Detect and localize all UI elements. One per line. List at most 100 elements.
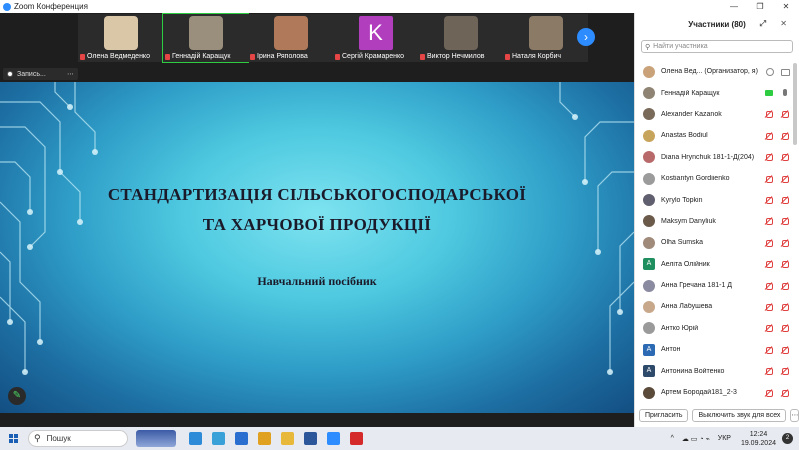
participant-status (765, 196, 789, 205)
mic-off-icon[interactable] (765, 346, 773, 354)
video-thumbnail[interactable]: Олена Ведмеденко (78, 14, 163, 62)
video-thumbnail[interactable]: Наталя Корбич (503, 14, 588, 62)
acrobat-app-icon[interactable] (350, 432, 363, 445)
cam-off-icon[interactable] (781, 110, 789, 119)
zoom-app-icon[interactable] (327, 432, 340, 445)
chrome-app-icon[interactable] (258, 432, 271, 445)
participant-row[interactable]: Diana Hrynchuk 181-1-Д(204) (635, 147, 793, 168)
participant-name: Olha Sumska (661, 239, 704, 247)
recording-more-icon[interactable]: ⋯ (67, 70, 74, 78)
invite-button[interactable]: Пригласить (639, 408, 689, 422)
participant-list-scrollbar[interactable] (793, 63, 797, 145)
cam-off-icon[interactable] (781, 239, 789, 247)
participant-row[interactable]: Артем Бородай181_2-3 (635, 382, 793, 403)
mic-off-icon[interactable] (765, 175, 773, 183)
mic-off-icon[interactable] (765, 132, 773, 140)
avatar-initial: K (358, 16, 393, 50)
host-cam-icon[interactable] (781, 68, 790, 76)
word-app-icon[interactable] (304, 432, 317, 445)
next-page-button[interactable]: › (577, 28, 595, 46)
participant-row[interactable]: Олена Вед... (Организатор, я) (635, 61, 793, 82)
annotate-pencil-icon[interactable]: ✎ (8, 387, 26, 405)
cam-off-icon[interactable] (781, 367, 789, 376)
participant-name: Анна Гречана 181-1 Д (661, 282, 733, 290)
participant-row[interactable]: Alexander Kazanok (635, 104, 793, 125)
participant-search-input[interactable]: ⚲ Найти участника (641, 40, 793, 53)
mic-off-icon[interactable] (765, 324, 773, 333)
participant-row[interactable]: Геннадій Каращук (635, 82, 793, 103)
cam-off-icon[interactable] (781, 132, 789, 140)
windows-start-icon[interactable] (9, 434, 18, 443)
cam-off-icon[interactable] (781, 153, 789, 162)
mic-off-icon[interactable] (765, 303, 773, 311)
cam-off-icon[interactable] (781, 175, 789, 183)
mic-off-icon[interactable] (765, 153, 773, 162)
mic-off-icon[interactable] (765, 239, 773, 247)
participant-status (765, 67, 790, 76)
panel-popout-close-icons[interactable]: ⤢ ✕ (760, 19, 793, 29)
participant-row[interactable]: Olha Sumska (635, 232, 793, 253)
participant-row[interactable]: A Антон (635, 339, 793, 360)
video-thumbnail[interactable]: K Сергій Крамаренко (333, 14, 418, 62)
language-indicator[interactable]: УКР (718, 435, 731, 442)
participant-row[interactable]: Kostiantyn Gordiienko (635, 168, 793, 189)
participant-row[interactable]: Анна Лабушева (635, 296, 793, 317)
cam-off-icon[interactable] (781, 196, 789, 205)
video-thumbnail[interactable]: Геннадій Каращук (162, 13, 249, 63)
minimize-button[interactable]: — (721, 2, 747, 11)
shared-slide: СТАНДАРТИЗАЦІЯ СІЛЬСЬКОГОСПОДАРСЬКОЇ ТА … (0, 82, 634, 413)
participant-row[interactable]: Анна Гречана 181-1 Д (635, 275, 793, 296)
cam-off-icon[interactable] (781, 324, 789, 333)
participant-status (765, 110, 789, 119)
cam-off-icon[interactable] (781, 260, 789, 269)
photos-app-icon[interactable] (212, 432, 225, 445)
participant-row[interactable]: Антко Юрій (635, 318, 793, 339)
mic-off-icon[interactable] (765, 196, 773, 205)
cam-on-icon[interactable] (765, 89, 773, 97)
mic-on-icon[interactable] (781, 89, 789, 97)
host-mic-icon[interactable] (765, 67, 774, 76)
video-thumbnail[interactable]: Ірина Ряполова (248, 14, 333, 62)
zoom-logo-icon (3, 2, 11, 11)
notification-badge[interactable]: 2 (782, 433, 793, 444)
mic-off-icon[interactable] (765, 260, 773, 269)
participant-video (443, 16, 478, 50)
mic-off-icon[interactable] (765, 282, 773, 290)
avatar: A (643, 343, 655, 356)
cam-off-icon[interactable] (781, 346, 789, 354)
tray-status-icons[interactable]: ☁ ▭ ◔ ⌁ (682, 435, 710, 443)
participant-video (528, 16, 563, 50)
participant-row[interactable]: A Антонина Войтенко (635, 360, 793, 381)
participants-footer: Пригласить Выключить звук для всех ⋯ (635, 403, 799, 427)
participant-row[interactable]: Kyrylo Topkin (635, 189, 793, 210)
edge-app-icon[interactable] (189, 432, 202, 445)
close-button[interactable]: ✕ (773, 2, 799, 11)
video-thumbnail[interactable]: Виктор Нечмилов (418, 14, 503, 62)
mute-all-button[interactable]: Выключить звук для всех (692, 408, 787, 422)
mic-off-icon[interactable] (765, 367, 773, 376)
participant-row[interactable]: Maksym Danyliuk (635, 211, 793, 232)
cam-off-icon[interactable] (781, 389, 789, 397)
widgets-icon[interactable] (136, 430, 176, 447)
participant-status (765, 282, 789, 290)
cam-off-icon[interactable] (781, 282, 789, 290)
mic-off-icon[interactable] (765, 110, 773, 119)
more-options-button[interactable]: ⋯ (790, 408, 799, 422)
system-tray: ^ ☁ ▭ ◔ ⌁ УКР 12:24 19.09.2024 2 (667, 430, 799, 448)
participant-row[interactable]: Anastas Bodiul (635, 125, 793, 146)
mic-off-icon[interactable] (765, 217, 773, 226)
mail-app-icon[interactable] (235, 432, 248, 445)
participant-row[interactable]: A Аеліта Олійник (635, 254, 793, 275)
recording-indicator[interactable]: Запись... ⋯ (3, 68, 78, 80)
thumbnail-name: Сергій Крамаренко (342, 53, 405, 60)
mic-off-icon[interactable] (765, 389, 773, 397)
cam-off-icon[interactable] (781, 303, 789, 311)
files-app-icon[interactable] (281, 432, 294, 445)
tray-chevron-icon[interactable]: ^ (671, 435, 674, 442)
taskbar-search-input[interactable]: ⚲ Пошук (28, 430, 128, 447)
taskbar-search-label: Пошук (46, 434, 71, 443)
restore-button[interactable]: ❐ (747, 2, 773, 11)
cam-off-icon[interactable] (781, 217, 789, 226)
clock[interactable]: 12:24 19.09.2024 (741, 430, 776, 448)
participant-name: Maksym Danyliuk (661, 217, 716, 225)
